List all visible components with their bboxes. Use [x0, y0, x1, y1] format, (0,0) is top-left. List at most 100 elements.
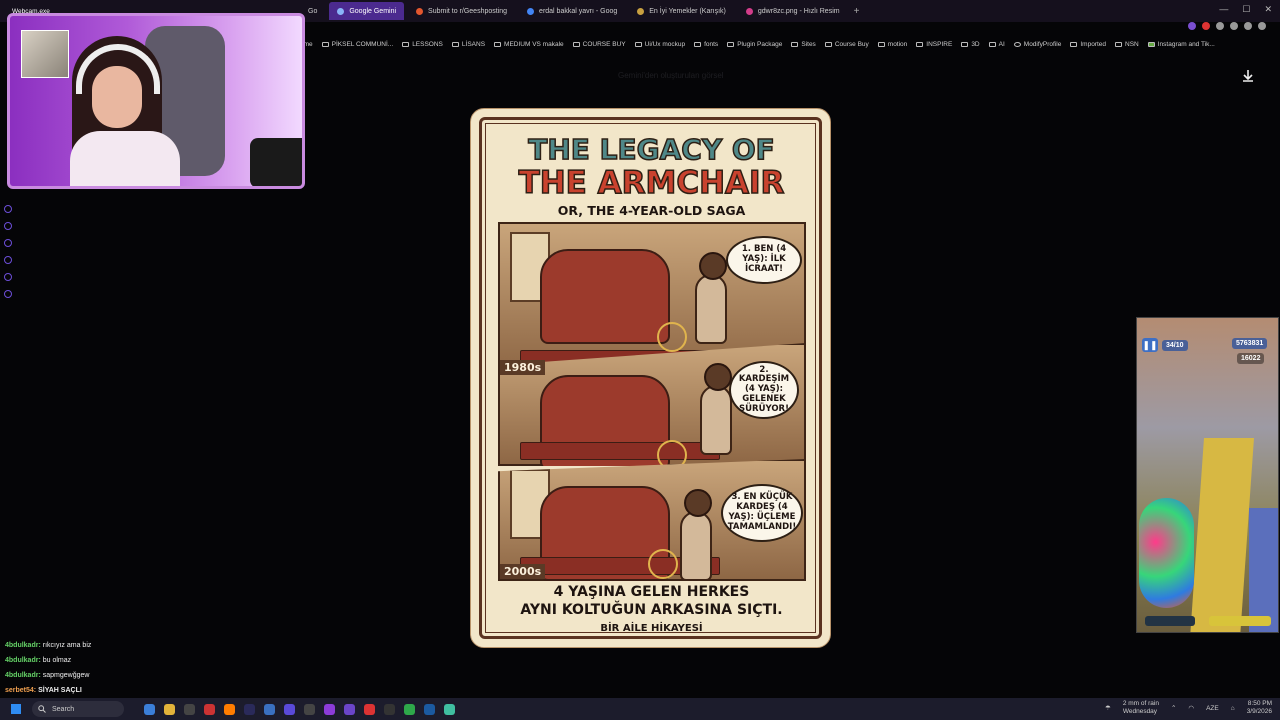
bookmark-label: Sites — [801, 40, 816, 48]
edge-icon[interactable] — [144, 703, 155, 715]
app-icon[interactable] — [304, 703, 315, 715]
app-icon[interactable] — [204, 703, 215, 715]
weather-line2: Wednesday — [1122, 708, 1158, 715]
opera-gx-icon[interactable] — [364, 703, 375, 715]
bookmark-label: Course Buy — [834, 40, 869, 48]
new-tab-button[interactable]: + — [854, 6, 860, 17]
weather-widget[interactable]: 2 mm of rain Wednesday — [1123, 700, 1159, 716]
folder-icon — [694, 41, 702, 47]
tab-reddit[interactable]: Submit to r/Geeshposting — [408, 2, 515, 20]
whatsapp-icon[interactable] — [404, 703, 415, 715]
bookmark-label: LİSANS — [461, 40, 486, 48]
system-tray: ☂ 2 mm of rain Wednesday ⌃ ◠ AZE ⌂ 8:50 … — [1105, 700, 1272, 716]
search-placeholder: Search — [52, 705, 75, 713]
bookmark-label: LESSONS — [412, 40, 443, 48]
clock-date: 3/9/2026 — [1246, 708, 1272, 715]
bookmark-folder[interactable]: Imported — [1070, 41, 1106, 48]
bookmark-folder[interactable]: fonts — [694, 41, 718, 48]
opera-icon[interactable] — [324, 703, 335, 715]
child-figure — [680, 489, 712, 581]
history-icon[interactable] — [4, 239, 12, 247]
weather-icon: ☂ — [1105, 705, 1111, 712]
settings-icon[interactable] — [4, 290, 12, 298]
app-icon[interactable] — [444, 703, 455, 715]
after-effects-icon[interactable] — [244, 703, 255, 715]
bookmark-folder[interactable]: NSN — [1115, 41, 1139, 48]
bookmark-item[interactable]: Instagram and Tik... — [1147, 41, 1215, 48]
file-explorer-icon[interactable] — [164, 703, 175, 715]
vscode-icon[interactable] — [344, 703, 355, 715]
github-icon[interactable] — [184, 703, 195, 715]
bookmark-folder[interactable]: INSPIRE — [916, 41, 952, 48]
chat-icon[interactable] — [4, 273, 12, 281]
poster-title-line1: THE LEGACY OF — [527, 132, 775, 167]
clock[interactable]: 8:50 PM 3/9/2026 — [1247, 700, 1272, 716]
discord-icon[interactable] — [284, 703, 295, 715]
powerup-bar — [1145, 616, 1195, 626]
bookmark-folder[interactable]: MEDIUM VS makale — [494, 41, 564, 48]
search-icon — [38, 705, 46, 713]
tab-google-search[interactable]: erdal bakkal yavrı - Goog — [519, 2, 625, 20]
tab-image-viewer[interactable]: gdwr8zc.png - Hızlı Resim — [738, 2, 848, 20]
cat-thumbnail — [21, 30, 69, 78]
bookmark-label: MEDIUM VS makale — [504, 40, 564, 48]
bookmark-folder[interactable]: COURSE BUY — [572, 41, 626, 48]
capcut-icon[interactable] — [384, 703, 395, 715]
bookmark-folder[interactable]: LESSONS — [402, 41, 443, 48]
extension-icon[interactable] — [1188, 22, 1196, 30]
download-icon[interactable] — [1241, 69, 1255, 83]
year-label-3: 2000s — [500, 564, 546, 579]
folder-icon — [402, 41, 410, 47]
close-icon[interactable]: ✕ — [1264, 4, 1272, 15]
chat-username: serbet54: — [5, 687, 37, 694]
steam-icon[interactable] — [424, 703, 435, 715]
pause-icon[interactable]: ❚❚ — [1142, 338, 1158, 352]
windows-start-icon[interactable] — [10, 703, 22, 715]
bookmark-folder[interactable]: motion — [877, 40, 908, 48]
extension-icon[interactable] — [1202, 22, 1210, 30]
coin-count: 16022 — [1237, 353, 1265, 364]
wifi-icon[interactable]: ◠ — [1188, 704, 1194, 712]
language-indicator[interactable]: AZE — [1206, 705, 1219, 712]
app-icon[interactable] — [264, 703, 275, 715]
webcam-overlay — [7, 13, 305, 189]
network-icon[interactable]: ⌂ — [1231, 705, 1235, 712]
bookmark-folder[interactable]: AI — [988, 41, 1005, 48]
tab-yemekler[interactable]: En İyi Yemekler (Karışık) — [629, 2, 734, 20]
chevron-up-icon[interactable]: ⌃ — [1171, 704, 1176, 712]
bookmark-folder[interactable]: LİSANS — [451, 40, 486, 48]
maximize-icon[interactable]: ☐ — [1242, 4, 1250, 15]
bookmark-label: NSN — [1125, 40, 1139, 48]
reddit-icon — [416, 7, 424, 15]
game-overlay: ❚❚ 34/10 5763831 16022 — [1136, 317, 1279, 633]
chat-icon[interactable] — [1216, 22, 1224, 30]
taskbar-search[interactable]: Search — [32, 701, 124, 717]
bookmark-folder[interactable]: 3D — [961, 40, 980, 48]
settings-icon[interactable] — [1244, 22, 1252, 30]
tab-google-gemini[interactable]: Google Gemini — [329, 2, 405, 20]
pinned-apps — [144, 703, 455, 715]
bookmark-item[interactable]: ModifyProfile — [1013, 41, 1061, 48]
highlight-circle — [648, 549, 678, 579]
google-icon — [527, 7, 535, 15]
illustrator-icon[interactable] — [224, 703, 235, 715]
minimize-icon[interactable]: — — [1219, 4, 1228, 15]
menu-icon[interactable] — [1258, 22, 1266, 30]
folder-icon — [494, 41, 502, 47]
bookmark-label: motion — [887, 40, 908, 48]
play-icon[interactable] — [4, 205, 12, 213]
bookmark-label: INSPIRE — [926, 40, 953, 48]
bookmark-folder[interactable]: Plugin Package — [727, 41, 782, 48]
bookmark-folder[interactable]: Sites — [791, 40, 816, 48]
shield-icon[interactable] — [1230, 22, 1238, 30]
heart-icon[interactable] — [4, 222, 12, 230]
bookmark-folder[interactable]: PİKSEL COMMUNİ... — [321, 41, 393, 48]
folder-icon — [634, 41, 642, 47]
tab-partial-label: Go — [308, 7, 318, 15]
download-icon[interactable] — [4, 256, 12, 264]
bookmark-folder[interactable]: Course Buy — [824, 40, 869, 48]
site-icon — [637, 7, 645, 15]
bookmark-folder[interactable]: Ui/Ux mockup — [634, 41, 685, 48]
bookmark-label: Plugin Package — [737, 40, 783, 48]
bookmark-label: 3D — [971, 40, 980, 48]
